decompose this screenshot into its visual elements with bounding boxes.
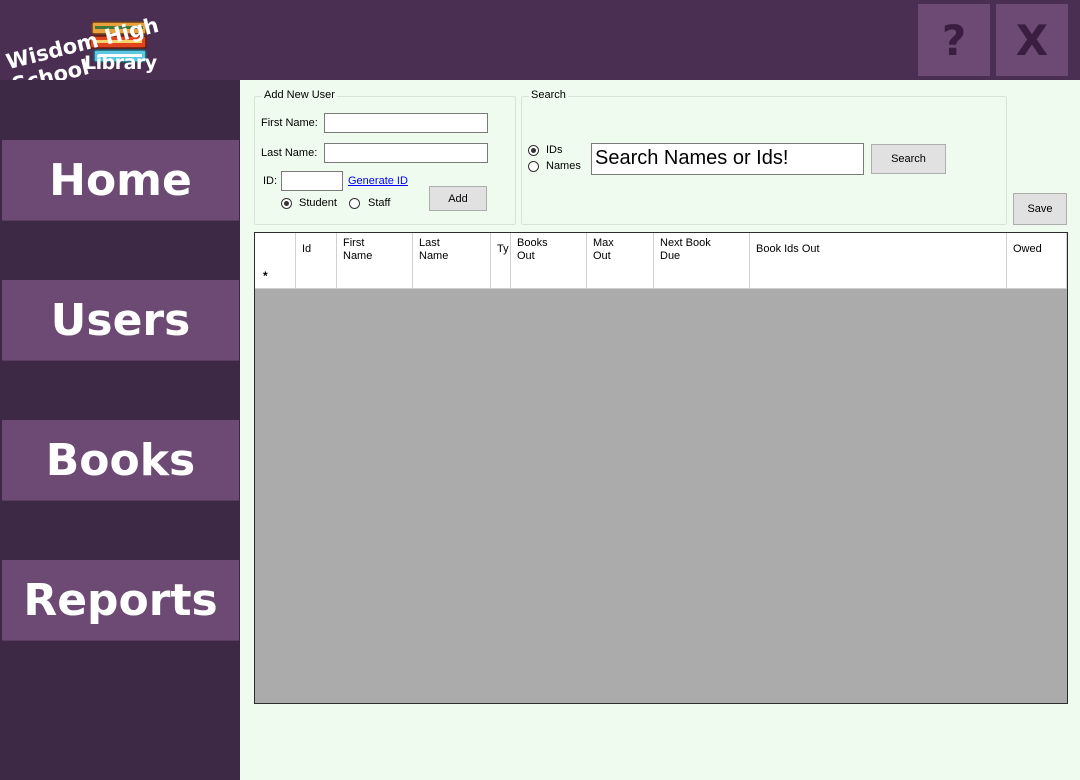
grid-col-max-out[interactable]: Max Out [587,233,654,266]
grid-cell[interactable] [337,266,413,288]
ids-radio-label[interactable]: IDs [546,144,563,156]
student-radio[interactable] [281,198,292,209]
sidebar: Home Users Books Reports [0,80,240,780]
grid-col-type[interactable]: Ty [491,233,511,266]
id-input[interactable] [281,171,343,191]
grid-col-books-out[interactable]: Books Out [511,233,587,266]
grid-cell[interactable] [413,266,491,288]
nav-reports-button[interactable]: Reports [2,560,239,641]
staff-radio[interactable] [349,198,360,209]
nav-home-button[interactable]: Home [2,140,239,221]
logo-subtitle: Library [84,52,157,74]
first-name-input[interactable] [324,113,488,133]
grid-col-owed[interactable]: Owed [1007,233,1067,266]
grid-header-row: Id First Name Last Name Ty Books Out Max… [255,233,1067,267]
add-user-button[interactable]: Add [429,186,487,211]
staff-radio-label[interactable]: Staff [368,197,390,209]
grid-cell[interactable] [511,266,587,288]
add-user-legend: Add New User [262,89,337,101]
grid-cell[interactable] [1007,266,1067,288]
nav-books-button[interactable]: Books [2,420,239,501]
names-radio-label[interactable]: Names [546,160,581,172]
search-group: Search IDs Names Search Names or Ids! Se… [521,89,1007,225]
add-user-group: Add New User First Name: Last Name: ID: … [254,89,516,225]
grid-new-row[interactable]: * [255,266,1067,289]
grid-cell[interactable] [654,266,750,288]
grid-cell[interactable] [587,266,654,288]
search-legend: Search [529,89,568,101]
grid-col-next-book-due[interactable]: Next Book Due [654,233,750,266]
logo-title: Wisdom High School [4,4,238,97]
student-radio-label[interactable]: Student [299,197,337,209]
first-name-label: First Name: [261,117,318,129]
nav-users-button[interactable]: Users [2,280,239,361]
search-input[interactable]: Search Names or Ids! [591,143,864,175]
last-name-input[interactable] [324,143,488,163]
grid-col-book-ids-out[interactable]: Book Ids Out [750,233,1007,266]
main-panel: Add New User First Name: Last Name: ID: … [240,80,1080,780]
header-bar: Wisdom High School Library ? X [0,0,1080,97]
id-label: ID: [263,175,278,187]
users-grid[interactable]: Id First Name Last Name Ty Books Out Max… [254,232,1068,704]
grid-col-id[interactable]: Id [296,233,337,266]
library-logo: Wisdom High School Library [0,0,240,97]
save-button[interactable]: Save [1013,193,1067,225]
names-radio[interactable] [528,161,539,172]
grid-cell[interactable] [296,266,337,288]
grid-cell[interactable] [491,266,511,288]
row-header-cell: * [255,266,296,288]
grid-cell[interactable] [750,266,1007,288]
new-row-marker: * [263,269,268,283]
help-button[interactable]: ? [918,4,990,76]
search-button[interactable]: Search [871,144,946,174]
grid-col-last-name[interactable]: Last Name [413,233,491,266]
grid-col-rowheader [255,233,296,266]
generate-id-link[interactable]: Generate ID [348,175,408,187]
ids-radio[interactable] [528,145,539,156]
close-button[interactable]: X [996,4,1068,76]
grid-col-first-name[interactable]: First Name [337,233,413,266]
last-name-label: Last Name: [261,147,318,159]
